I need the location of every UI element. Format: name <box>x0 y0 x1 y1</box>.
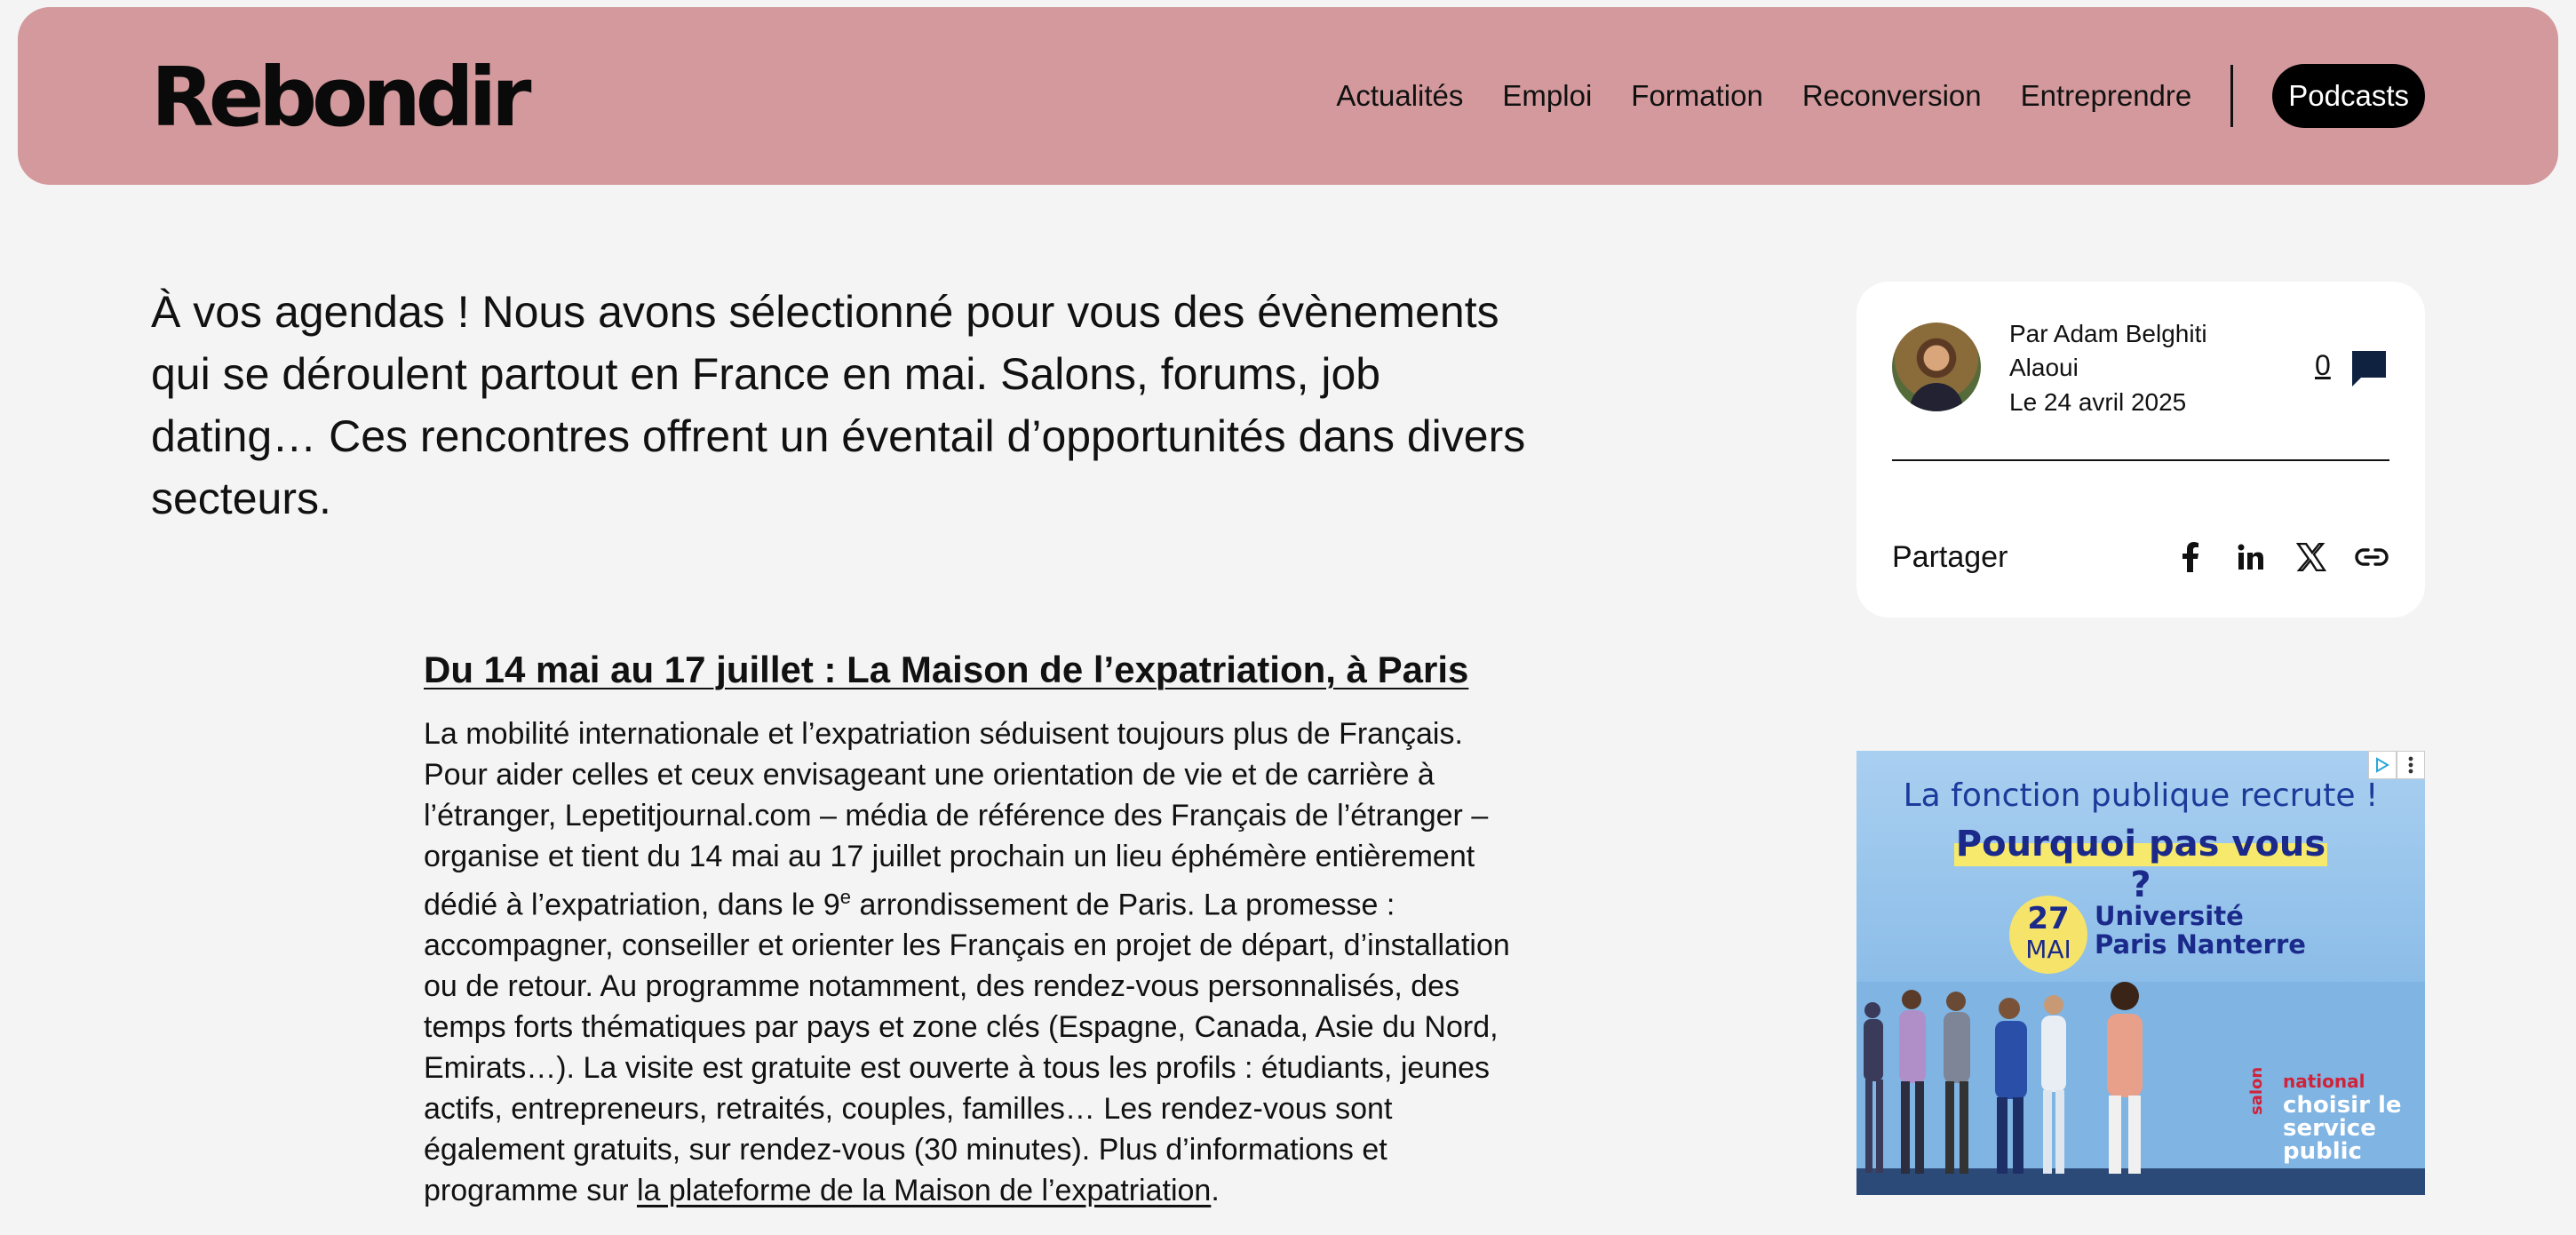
article-body: La mobilité internationale et l’expatria… <box>424 713 1525 1211</box>
podcasts-button[interactable]: Podcasts <box>2272 64 2425 128</box>
ad-badge-brand: choisir le service public <box>2283 1092 2402 1165</box>
advertisement-banner[interactable]: La fonction publique recrute ! Pourquoi … <box>1856 751 2425 1195</box>
ad-date-badge: 27 MAI <box>2009 896 2087 974</box>
adchoices-icon[interactable] <box>2368 751 2397 779</box>
main-nav: Actualités Emploi Formation Reconversion… <box>1297 64 2425 128</box>
publish-date: Le 24 avril 2025 <box>2009 388 2187 416</box>
author-avatar <box>1892 323 1981 411</box>
ad-menu-icon[interactable] <box>2397 751 2425 779</box>
nav-item-entreprendre[interactable]: Entreprendre <box>2021 64 2192 128</box>
body-text-end: . <box>1211 1174 1220 1208</box>
ad-badge-national: national <box>2283 1071 2365 1092</box>
ad-subheadline: Pourquoi pas vous ? <box>1955 824 2326 905</box>
ad-month: MAI <box>2025 935 2071 964</box>
share-icons <box>2148 539 2389 575</box>
author-name: Par Adam Belghiti Alaoui <box>2009 320 2207 381</box>
ad-logo-badge: national salon choisir le service public <box>2247 1067 2407 1177</box>
nav-item-actualites[interactable]: Actualités <box>1336 64 1463 128</box>
section-title-link[interactable]: Du 14 mai au 17 juillet : La Maison de l… <box>424 645 1468 695</box>
nav-divider <box>2230 65 2234 127</box>
author-card: Par Adam Belghiti Alaoui Le 24 avril 202… <box>1856 282 2425 618</box>
linkedin-icon[interactable] <box>2233 539 2269 575</box>
share-label: Partager <box>1892 540 2008 574</box>
ad-day: 27 <box>2027 901 2070 936</box>
body-superscript: e <box>839 886 852 908</box>
link-icon[interactable] <box>2354 539 2389 575</box>
body-text-part2: arrondissement de Paris. La promesse : a… <box>424 888 1510 1208</box>
card-divider <box>1892 459 2389 461</box>
nav-item-reconversion[interactable]: Reconversion <box>1802 64 1982 128</box>
ad-badge-salon: salon <box>2247 1066 2266 1115</box>
ad-university: Université Paris Nanterre <box>2095 901 2306 960</box>
nav-item-formation[interactable]: Formation <box>1631 64 1763 128</box>
site-logo[interactable]: Rebondir <box>151 53 532 142</box>
article-lead: À vos agendas ! Nous avons sélectionné p… <box>151 287 1526 523</box>
ad-controls <box>2368 751 2425 779</box>
ad-headline: La fonction publique recrute ! <box>1903 777 2379 814</box>
maison-expatriation-link[interactable]: la plateforme de la Maison de l’expatria… <box>637 1174 1211 1207</box>
comment-icon[interactable] <box>2349 347 2389 388</box>
ad-subheadline-wrap: Pourquoi pas vous ? <box>1954 824 2327 905</box>
facebook-icon[interactable] <box>2173 539 2208 575</box>
comment-count-link[interactable]: 0 <box>2315 349 2331 382</box>
x-icon[interactable] <box>2294 539 2329 575</box>
nav-item-emploi[interactable]: Emploi <box>1502 64 1592 128</box>
site-header: Rebondir Actualités Emploi Formation Rec… <box>18 7 2558 185</box>
